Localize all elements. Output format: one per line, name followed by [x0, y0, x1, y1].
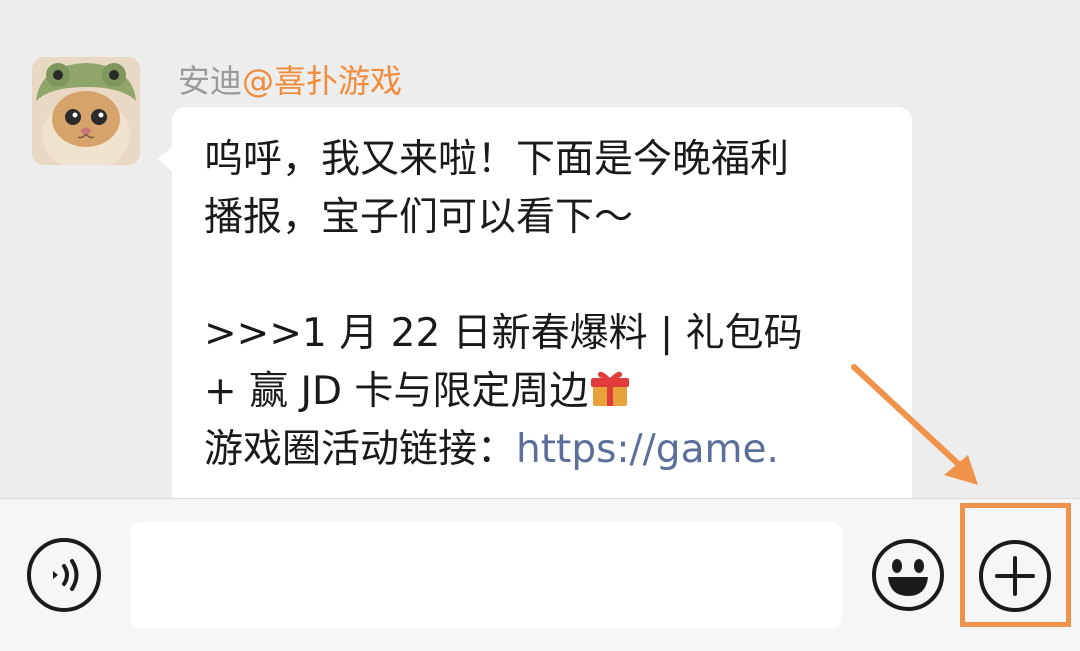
smiley-icon — [872, 539, 944, 611]
highlight-box — [960, 503, 1071, 627]
sender-mention[interactable]: @喜扑游戏 — [242, 62, 402, 100]
message-text: 呜呼，我又来啦！下面是今晚福利 播报，宝子们可以看下～ >>>1 月 22 日新… — [204, 131, 904, 479]
pointer-arrow-icon — [851, 364, 978, 485]
voice-icon — [53, 559, 79, 591]
sender-avatar[interactable] — [32, 57, 140, 165]
gift-icon — [588, 366, 632, 410]
message-bubble[interactable]: 呜呼，我又来啦！下面是今晚福利 播报，宝子们可以看下～ >>>1 月 22 日新… — [172, 107, 912, 498]
sender-name: 安迪 — [178, 62, 243, 100]
message-line-link: 游戏圈活动链接：https://game. — [204, 421, 904, 479]
message-line-gift: + 赢 JD 卡与限定周边 — [204, 363, 904, 421]
message-line — [204, 247, 904, 305]
message-line: + 赢 JD 卡与限定周边 — [204, 369, 589, 414]
input-bar — [0, 498, 1080, 651]
message-input[interactable] — [130, 522, 842, 628]
message-line: >>>1 月 22 日新春爆料 | 礼包码 — [204, 311, 803, 356]
message-line: 播报，宝子们可以看下～ — [204, 195, 634, 240]
emoji-button[interactable] — [871, 538, 945, 612]
activity-link[interactable]: https://game. — [516, 427, 779, 472]
voice-button[interactable] — [27, 538, 101, 612]
message-line: 呜呼，我又来啦！下面是今晚福利 — [204, 137, 790, 182]
message-line: 游戏圈活动链接： — [204, 427, 517, 472]
sender-line: 安迪@喜扑游戏 — [178, 56, 402, 106]
